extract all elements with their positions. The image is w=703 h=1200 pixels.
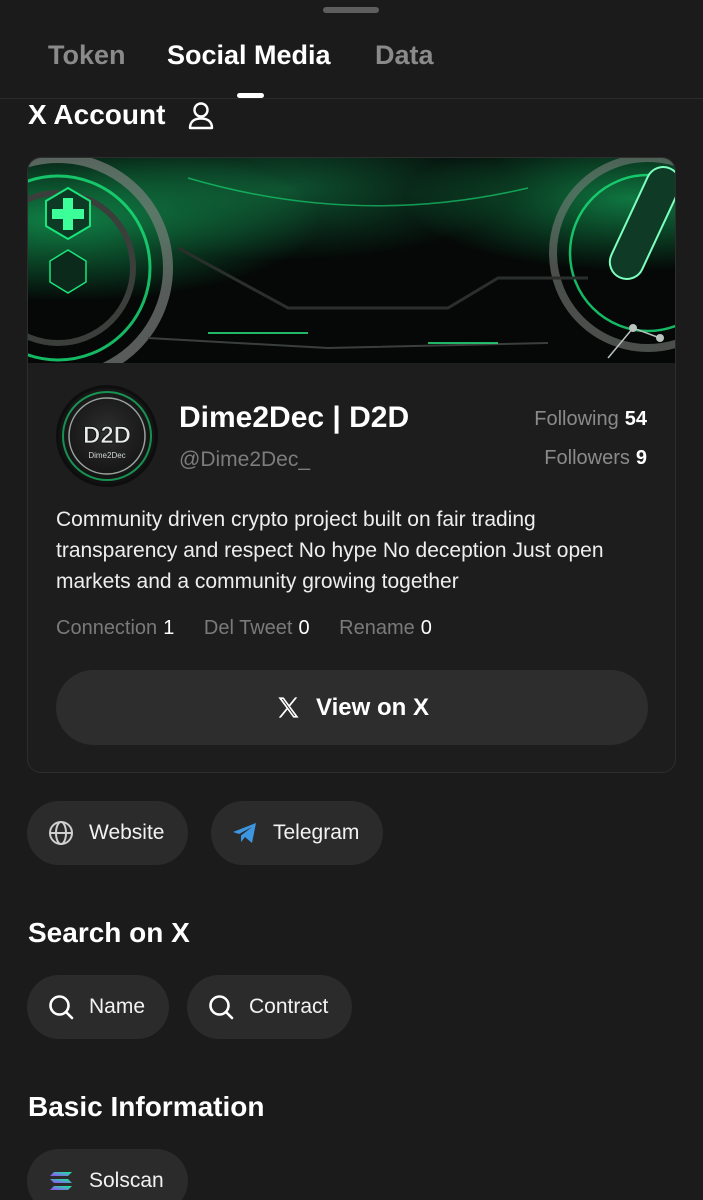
tab-bar: Token Social Media Data xyxy=(0,0,703,99)
tab-social-media[interactable]: Social Media xyxy=(167,40,331,71)
user-handle: @Dime2Dec_ xyxy=(179,448,311,471)
svg-text:D2D: D2D xyxy=(83,422,131,449)
search-icon xyxy=(49,995,74,1020)
account-meta-row: Connection 1 Del Tweet 0 Rename 0 xyxy=(56,617,456,640)
tab-data[interactable]: Data xyxy=(375,40,434,71)
rename-value: 0 xyxy=(420,617,432,639)
search-name-button[interactable]: Name xyxy=(27,975,170,1039)
telegram-button[interactable]: Telegram xyxy=(211,801,384,865)
user-icon xyxy=(188,102,214,130)
rename-stat: Rename 0 xyxy=(339,617,432,640)
telegram-label: Telegram xyxy=(273,821,360,844)
active-tab-indicator xyxy=(237,93,264,98)
following-label: Following xyxy=(534,408,619,430)
connection-stat: Connection 1 xyxy=(56,617,174,640)
search-on-x-title: Search on X xyxy=(28,917,190,948)
tab-token[interactable]: Token xyxy=(48,40,126,71)
globe-icon xyxy=(49,821,73,845)
basic-information-title: Basic Information xyxy=(28,1091,265,1122)
solscan-button[interactable]: Solscan xyxy=(27,1149,188,1200)
del-tweet-label: Del Tweet xyxy=(203,617,293,639)
x-logo-icon xyxy=(278,697,299,718)
x-account-card: D2D Dime2Dec Dime2Dec | D2D @Dime2Dec_ F… xyxy=(27,157,676,773)
d2d-logo-icon: D2D Dime2Dec xyxy=(62,391,152,481)
search-contract-button[interactable]: Contract xyxy=(187,975,353,1039)
telegram-icon xyxy=(233,823,256,843)
following-stat: Following 54 xyxy=(534,408,647,431)
search-name-label: Name xyxy=(89,995,146,1018)
connection-value: 1 xyxy=(163,617,175,639)
connection-label: Connection xyxy=(56,617,158,639)
followers-count: 9 xyxy=(635,447,647,469)
solscan-label: Solscan xyxy=(89,1169,164,1192)
profile-banner xyxy=(28,158,675,363)
following-count: 54 xyxy=(624,408,647,430)
search-contract-label: Contract xyxy=(249,995,329,1018)
profile-bio: Community driven crypto project built on… xyxy=(56,508,604,593)
website-label: Website xyxy=(89,821,165,844)
view-on-x-label: View on X xyxy=(316,693,429,721)
website-button[interactable]: Website xyxy=(27,801,189,865)
svg-text:Dime2Dec: Dime2Dec xyxy=(88,451,125,460)
profile-avatar: D2D Dime2Dec xyxy=(56,385,158,487)
display-name: Dime2Dec | D2D xyxy=(179,401,410,434)
del-tweet-value: 0 xyxy=(298,617,310,639)
del-tweet-stat: Del Tweet 0 xyxy=(204,617,310,640)
search-icon xyxy=(209,995,234,1020)
view-on-x-button[interactable]: View on X xyxy=(56,670,648,745)
followers-label: Followers xyxy=(544,447,630,469)
followers-stat: Followers 9 xyxy=(544,447,647,470)
rename-label: Rename xyxy=(339,617,415,639)
solana-icon xyxy=(50,1172,72,1190)
x-account-title: X Account xyxy=(28,99,166,130)
